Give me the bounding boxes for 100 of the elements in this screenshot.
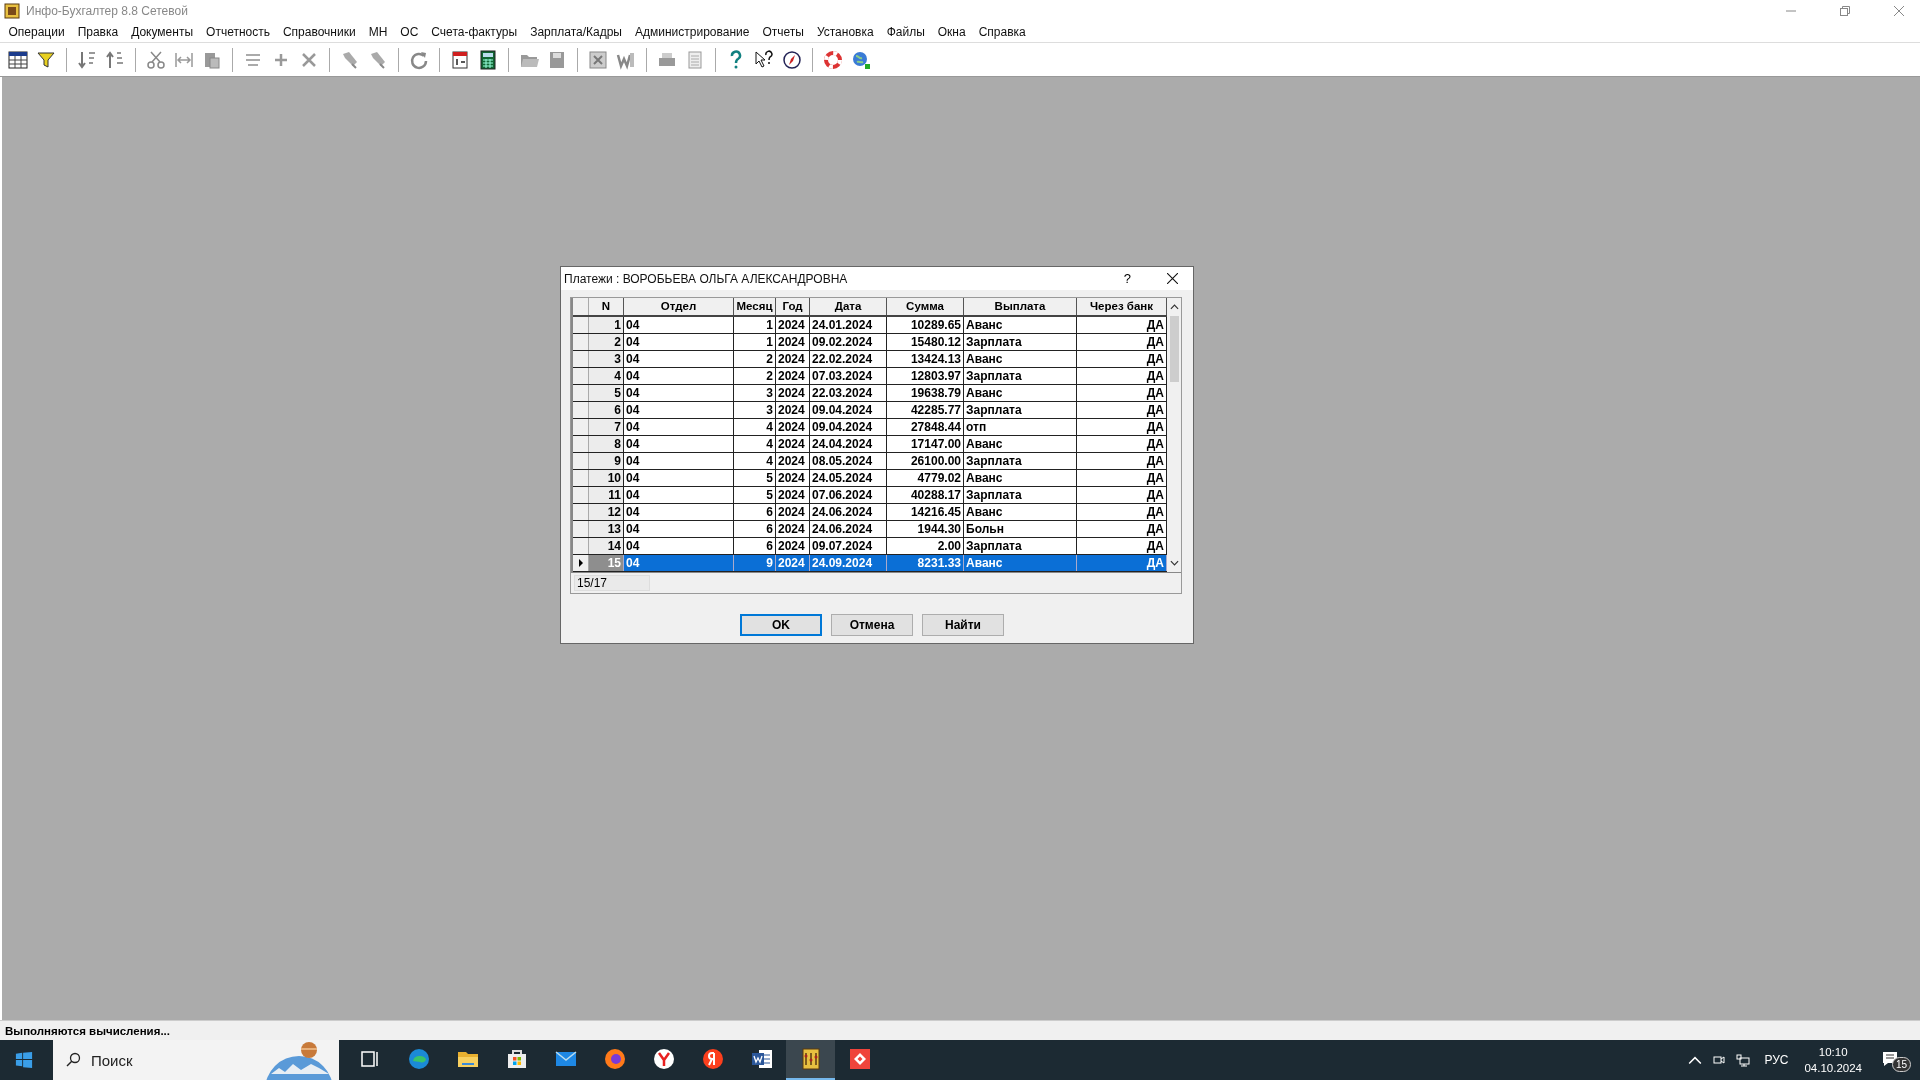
table-cell: 22.02.2024 (810, 351, 887, 367)
sort-up-icon[interactable] (105, 49, 125, 70)
browser-icon (406, 1047, 431, 1071)
browser-icon (651, 1047, 676, 1071)
notification-badge: 15 (1892, 1057, 1912, 1072)
filter-icon[interactable] (36, 49, 56, 70)
table-cell: 24.04.2024 (810, 436, 887, 452)
table-cell: ДА (1077, 555, 1167, 571)
excel-icon[interactable] (588, 49, 608, 70)
start-icon[interactable] (15, 1051, 33, 1069)
scissors-icon[interactable] (146, 49, 166, 70)
pointer-help-icon[interactable] (754, 49, 774, 70)
table-cell: 4 (734, 436, 776, 452)
menu-item[interactable]: Правка (71, 25, 125, 39)
table-icon[interactable] (8, 49, 28, 70)
menu-item[interactable]: Файлы (880, 25, 932, 39)
table-row[interactable]: 4 04 2 2024 07.03.2024 12803.97 Зарплата ДА (573, 368, 1167, 385)
calendar-icon[interactable] (450, 49, 470, 70)
menu-item[interactable]: Документы (124, 25, 200, 39)
menu-item[interactable]: Отчетность (199, 25, 277, 39)
table-row[interactable]: 2 04 1 2024 09.02.2024 15480.12 Зарплата ДА (573, 334, 1167, 351)
table-cell: 2 (734, 351, 776, 367)
table-row[interactable]: 9 04 4 2024 08.05.2024 26100.00 Зарплата ДА (573, 453, 1167, 470)
table-cell: 04 (624, 453, 734, 469)
table-cell: 19638.79 (887, 385, 964, 401)
scroll-thumb[interactable] (1169, 316, 1179, 382)
table-cell: 4779.02 (887, 470, 964, 486)
table-row[interactable]: 11 04 5 2024 07.06.2024 40288.17 Зарплата ДА (573, 487, 1167, 504)
clock[interactable]: 10:10 04.10.2024 (1804, 1044, 1862, 1076)
column-header[interactable]: Год (776, 298, 810, 315)
table-cell: 5 (734, 487, 776, 503)
notifications-button[interactable]: 15 (1880, 1045, 1914, 1075)
column-header[interactable]: Дата (810, 298, 887, 315)
dialog-button[interactable]: OK (740, 614, 822, 636)
table-cell: 11 (589, 487, 624, 503)
table-cell: 42285.77 (887, 402, 964, 418)
menu-item[interactable]: Установка (810, 25, 881, 39)
menu-item[interactable]: Окна (931, 25, 973, 39)
calculator-icon[interactable] (478, 49, 498, 70)
table-row[interactable]: 1 04 1 2024 24.01.2024 10289.65 Аванс ДА (573, 317, 1167, 334)
menu-item[interactable]: Справочники (276, 25, 363, 39)
dialog-button[interactable]: Найти (922, 614, 1004, 636)
sort-down-icon[interactable] (77, 49, 97, 70)
menu-item[interactable]: Администрирование (628, 25, 756, 39)
table-row[interactable]: 12 04 6 2024 24.06.2024 14216.45 Аванс ДА (573, 504, 1167, 521)
dialog-button[interactable]: Отмена (831, 614, 913, 636)
column-header[interactable]: Отдел (624, 298, 734, 315)
column-header[interactable]: N (589, 298, 624, 315)
table-cell: 09.04.2024 (810, 419, 887, 435)
globe-icon[interactable] (851, 49, 871, 70)
table-cell: Аванс (964, 436, 1077, 452)
table-cell: 15480.12 (887, 334, 964, 350)
scroll-down-icon[interactable] (1169, 560, 1179, 566)
table-cell: 24.01.2024 (810, 317, 887, 333)
table-cell: 04 (624, 538, 734, 554)
menu-item[interactable]: Зарплата/Кадры (523, 25, 629, 39)
camera-icon[interactable] (1712, 1053, 1727, 1067)
table-row[interactable]: 15 04 9 2024 24.09.2024 8231.33 Аванс ДА (573, 555, 1167, 572)
table-cell: Аванс (964, 351, 1077, 367)
close-icon[interactable] (1167, 273, 1178, 284)
menu-item[interactable]: Операции (2, 25, 72, 39)
taskbar-app[interactable] (786, 1040, 835, 1080)
table-cell: Зарплата (964, 453, 1077, 469)
help-button[interactable]: ? (1115, 271, 1139, 286)
table-row[interactable]: 7 04 4 2024 09.04.2024 27848.44 отп ДА (573, 419, 1167, 436)
table-row[interactable]: 13 04 6 2024 24.06.2024 1944.30 Больн ДА (573, 521, 1167, 538)
table-row[interactable]: 5 04 3 2024 22.03.2024 19638.79 Аванс ДА (573, 385, 1167, 402)
save-icon[interactable] (547, 49, 567, 70)
table-cell: 1944.30 (887, 521, 964, 537)
compass-icon[interactable] (782, 49, 802, 70)
column-header[interactable]: Сумма (887, 298, 964, 315)
table-row[interactable]: 10 04 5 2024 24.05.2024 4779.02 Аванс ДА (573, 470, 1167, 487)
table-row[interactable]: 6 04 3 2024 09.04.2024 42285.77 Зарплата ДА (573, 402, 1167, 419)
table-cell: 04 (624, 504, 734, 520)
table-cell: отп (964, 419, 1077, 435)
column-header[interactable]: Выплата (964, 298, 1077, 315)
dialog-title: Платежи : ВОРОБЬЕВА ОЛЬГА АЛЕКСАНДРОВНА (564, 271, 848, 286)
language-indicator[interactable]: РУС (1764, 1053, 1789, 1067)
network-icon[interactable] (1736, 1053, 1751, 1067)
column-header[interactable]: Месяц (734, 298, 776, 315)
scrollbar[interactable] (1167, 298, 1181, 572)
scroll-up-icon[interactable] (1169, 304, 1179, 310)
menu-item[interactable]: Справка (972, 25, 1033, 39)
lifebuoy-icon[interactable] (823, 49, 843, 70)
table-cell: 3 (734, 402, 776, 418)
table-cell: 09.04.2024 (810, 402, 887, 418)
remote-icon (847, 1047, 872, 1071)
menu-item[interactable]: МН (362, 25, 394, 39)
restore-icon[interactable] (1840, 6, 1850, 16)
refresh-icon[interactable] (409, 49, 429, 70)
table-row[interactable]: 3 04 2 2024 22.02.2024 13424.13 Аванс ДА (573, 351, 1167, 368)
letter-icon (700, 1047, 725, 1071)
table-row[interactable]: 8 04 4 2024 24.04.2024 17147.00 Аванс ДА (573, 436, 1167, 453)
table-cell: 2024 (776, 436, 810, 452)
document-icon (749, 1047, 774, 1071)
menu-item[interactable]: ОС (393, 25, 425, 39)
table-cell: 24.09.2024 (810, 555, 887, 571)
menu-item[interactable]: Счета-фактуры (424, 25, 524, 39)
menu-item[interactable]: Отчеты (755, 25, 811, 39)
table-cell: 12 (589, 504, 624, 520)
